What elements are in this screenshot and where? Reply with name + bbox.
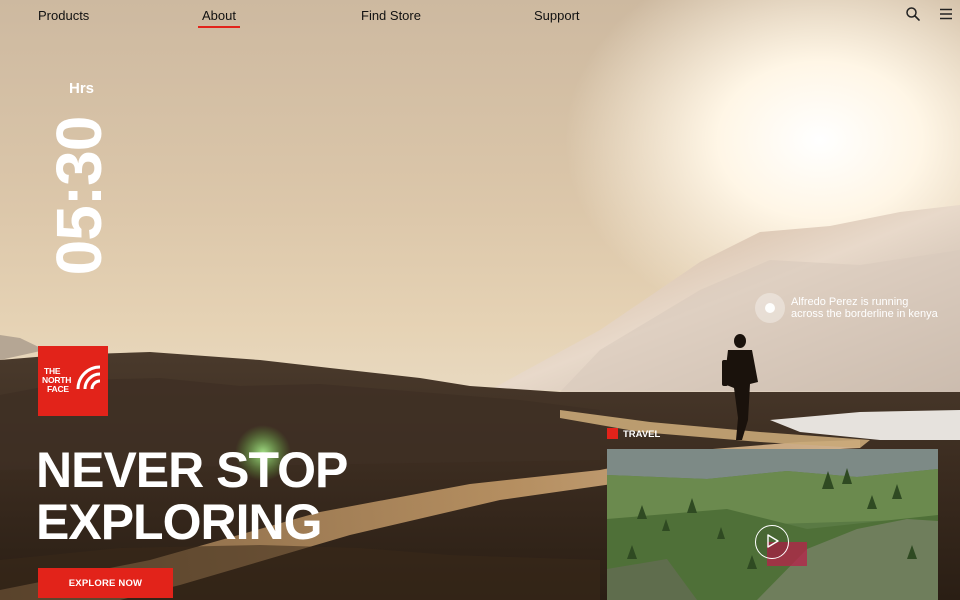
headline-line-1: NEVER STOP xyxy=(36,442,348,498)
clock-unit-label: Hrs xyxy=(69,80,95,97)
headline-line-2: EXPLORING xyxy=(36,494,322,550)
runner-caption: Alfredo Perez is running across the bord… xyxy=(791,296,938,320)
logo-wordmark: THE NORTH FACE xyxy=(42,366,72,394)
play-icon[interactable] xyxy=(755,525,789,559)
hero-headline: NEVER STOP EXPLORING xyxy=(36,442,348,550)
nav-item-about[interactable]: About xyxy=(198,8,240,28)
menu-icon[interactable] xyxy=(938,6,954,22)
nav-item-support[interactable]: Support xyxy=(534,8,580,23)
search-icon[interactable] xyxy=(905,6,921,22)
top-nav: Products About Find Store Support xyxy=(0,0,960,30)
logo-arcs-icon xyxy=(76,365,101,390)
nav-item-products[interactable]: Products xyxy=(38,8,89,23)
clock-time: 05:30 xyxy=(43,116,115,276)
explore-now-button[interactable]: EXPLORE NOW xyxy=(38,568,173,598)
play-triangle-icon xyxy=(767,534,779,548)
brand-logo[interactable]: THE NORTH FACE xyxy=(38,346,108,416)
travel-tag: TRAVEL xyxy=(607,428,660,440)
nav-item-find-store[interactable]: Find Store xyxy=(361,8,421,23)
tag-marker-icon xyxy=(607,428,618,439)
location-marker-icon[interactable] xyxy=(755,293,785,323)
